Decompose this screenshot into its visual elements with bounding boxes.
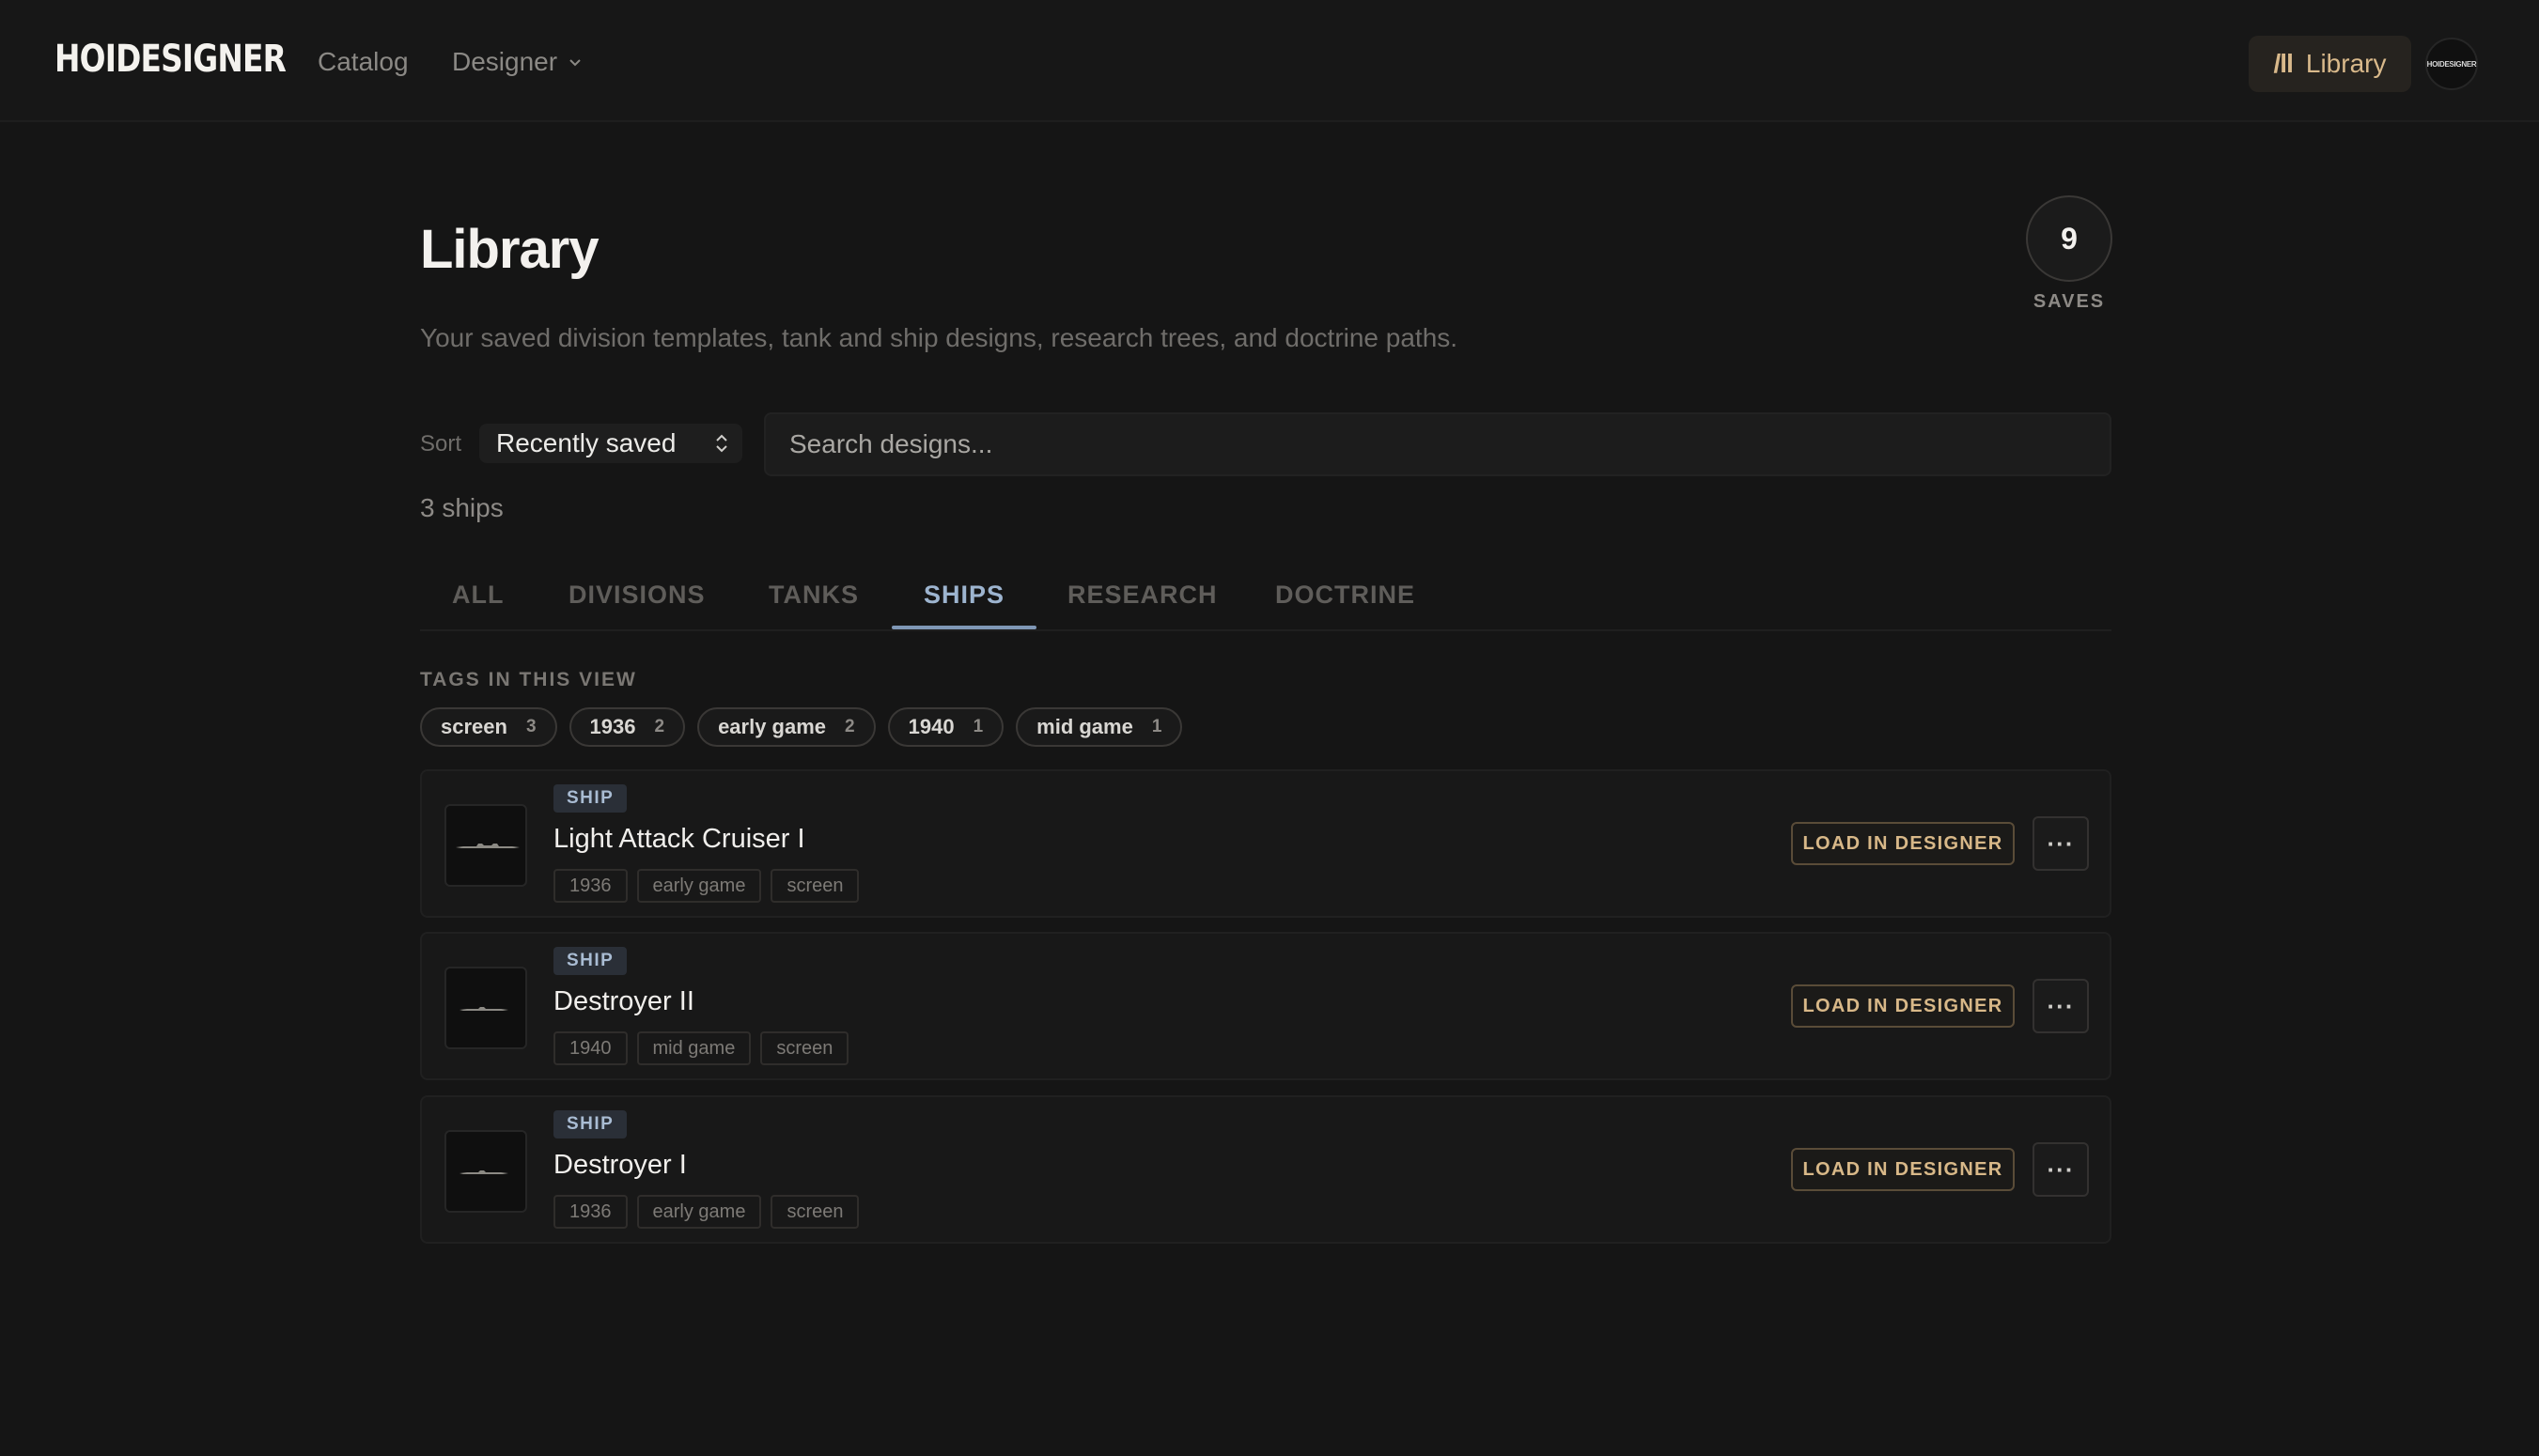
design-title[interactable]: Light Attack Cruiser I (553, 824, 805, 855)
page-subtitle: Your saved division templates, tank and … (420, 323, 1458, 352)
type-badge: SHIP (553, 1110, 628, 1138)
sort-select-value: Recently saved (496, 428, 677, 457)
sort-select[interactable]: Recently saved (479, 424, 742, 463)
tab-doctrine[interactable]: DOCTRINE (1275, 581, 1415, 610)
design-tag: screen (771, 1195, 860, 1229)
tag-filter-count: 1 (973, 717, 984, 736)
tag-filter-label: mid game (1036, 715, 1133, 738)
tag-filter-count: 2 (845, 717, 855, 736)
tag-filter-label: 1940 (908, 715, 955, 738)
tag-filter-label: 1936 (589, 715, 636, 738)
tag-filter-early-game[interactable]: early game 2 (697, 707, 876, 747)
sort-arrows-icon (716, 434, 727, 453)
design-tag: early game (636, 1195, 762, 1229)
tag-filter-mid-game[interactable]: mid game 1 (1016, 707, 1183, 747)
design-tags: 1940 mid game screen (553, 1031, 849, 1065)
avatar[interactable]: HOIDESIGNER (2425, 38, 2478, 90)
tag-filter-label: early game (718, 715, 827, 738)
design-tags: 1936 early game screen (553, 869, 860, 903)
brand-logo[interactable]: HOIDESIGNER (55, 38, 287, 81)
top-nav: HOIDESIGNER Catalog Designer /ll Library… (0, 0, 2539, 122)
design-tag: 1936 (553, 1195, 628, 1229)
sort-label: Sort (420, 431, 462, 457)
tab-tanks[interactable]: TANKS (769, 581, 859, 610)
nav-link-designer-label: Designer (452, 47, 558, 76)
design-title[interactable]: Destroyer II (553, 986, 694, 1017)
result-count: 3 ships (420, 493, 504, 522)
library-button-label: Library (2305, 49, 2387, 78)
tab-research[interactable]: RESEARCH (1067, 581, 1218, 610)
saves-count: 9 (2026, 195, 2112, 282)
tag-filter-list: screen 3 1936 2 early game 2 1940 1 mid … (420, 707, 1183, 747)
design-card[interactable]: SHIP Light Attack Cruiser I 1936 early g… (420, 769, 2111, 918)
load-in-designer-button[interactable]: LOAD IN DESIGNER (1791, 1148, 2015, 1191)
design-title[interactable]: Destroyer I (553, 1150, 687, 1181)
nav-link-catalog[interactable]: Catalog (318, 47, 409, 77)
design-card[interactable]: SHIP Destroyer I 1936 early game screen … (420, 1095, 2111, 1244)
tag-filter-1940[interactable]: 1940 1 (887, 707, 1005, 747)
design-tags: 1936 early game screen (553, 1195, 860, 1229)
ship-silhouette-icon (456, 844, 520, 848)
ship-silhouette-icon (460, 1007, 508, 1011)
tag-filter-label: screen (441, 715, 507, 738)
design-tag: mid game (636, 1031, 752, 1065)
type-badge: SHIP (553, 784, 628, 813)
design-tag: early game (636, 869, 762, 903)
library-icon: /ll (2273, 49, 2294, 78)
ship-thumbnail (444, 804, 527, 887)
design-card[interactable]: SHIP Destroyer II 1940 mid game screen L… (420, 932, 2111, 1080)
saves-label: SAVES (2033, 291, 2106, 312)
design-tag: screen (771, 869, 860, 903)
tab-all[interactable]: ALL (452, 581, 504, 610)
type-badge: SHIP (553, 947, 628, 975)
tag-filter-1936[interactable]: 1936 2 (569, 707, 686, 747)
more-options-button[interactable]: ··· (2033, 1142, 2089, 1197)
tag-filter-count: 1 (1151, 717, 1162, 736)
load-in-designer-button[interactable]: LOAD IN DESIGNER (1791, 984, 2015, 1028)
design-tag: 1940 (553, 1031, 628, 1065)
active-tab-indicator (892, 626, 1036, 629)
design-tag: screen (760, 1031, 849, 1065)
ship-thumbnail (444, 967, 527, 1049)
category-tabs: ALL DIVISIONS TANKS SHIPS RESEARCH DOCTR… (420, 564, 2111, 631)
tab-ships[interactable]: SHIPS (924, 581, 1005, 610)
more-options-button[interactable]: ··· (2033, 979, 2089, 1033)
library-button[interactable]: /ll Library (2249, 36, 2411, 92)
page-title: Library (420, 219, 600, 280)
tag-filter-count: 3 (525, 717, 537, 736)
tab-divisions[interactable]: DIVISIONS (569, 581, 706, 610)
nav-link-designer[interactable]: Designer (452, 47, 584, 77)
tag-filter-count: 2 (654, 717, 665, 736)
ship-thumbnail (444, 1130, 527, 1213)
more-options-button[interactable]: ··· (2033, 816, 2089, 871)
ship-silhouette-icon (460, 1170, 508, 1174)
tags-heading: TAGS IN THIS VIEW (420, 669, 637, 690)
chevron-down-icon (569, 59, 581, 67)
search-input[interactable] (764, 412, 2111, 476)
load-in-designer-button[interactable]: LOAD IN DESIGNER (1791, 822, 2015, 865)
design-tag: 1936 (553, 869, 628, 903)
tag-filter-screen[interactable]: screen 3 (420, 707, 557, 747)
